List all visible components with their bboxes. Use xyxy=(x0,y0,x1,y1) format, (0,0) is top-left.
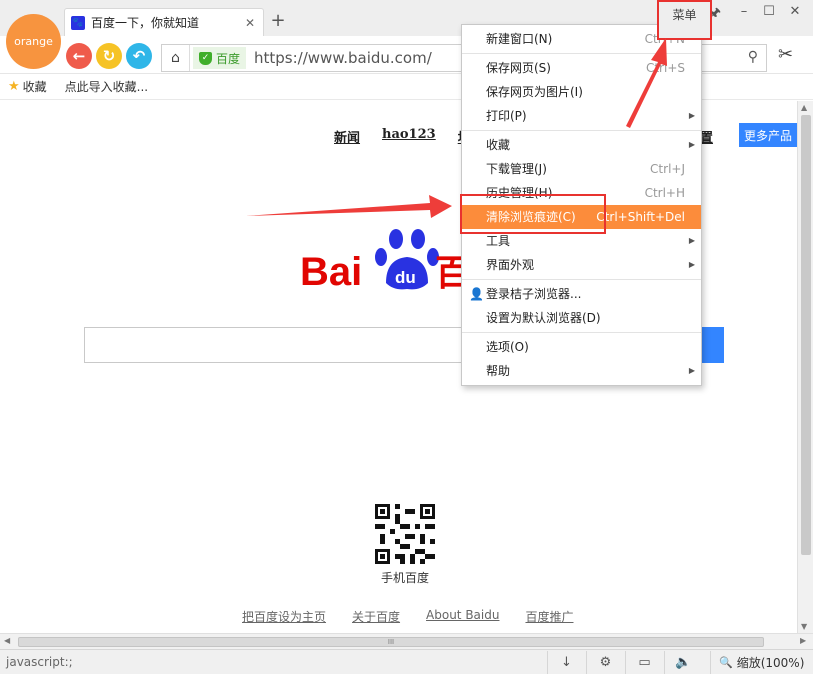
search-icon[interactable]: ⚲ xyxy=(748,49,758,65)
menu-button[interactable]: 菜单 xyxy=(657,0,712,40)
menu-item-options[interactable]: 选项(O) xyxy=(462,335,701,359)
qr-code xyxy=(375,504,435,564)
menu-separator xyxy=(462,130,701,131)
screen-icon[interactable]: ▭ xyxy=(625,651,663,674)
undo-close-button[interactable]: ↶ xyxy=(126,43,152,69)
menu-separator xyxy=(462,53,701,54)
menu-item-label: 下载管理(J) xyxy=(486,162,547,176)
search-input[interactable] xyxy=(84,327,464,363)
hao123-link[interactable]: hao123 xyxy=(382,127,436,146)
submenu-arrow-icon: ▶ xyxy=(688,111,695,120)
menu-item-label: 登录桔子浏览器... xyxy=(486,287,582,301)
menu-item-label: 新建窗口(N) xyxy=(486,32,553,46)
logo-paw-text: du xyxy=(395,268,416,287)
vertical-scrollbar[interactable]: ▲ ▼ xyxy=(797,101,813,633)
footer-links: 把百度设为主页 关于百度 About Baidu 百度推广 xyxy=(242,608,573,625)
logo-text-left: Bai xyxy=(300,250,362,294)
star-icon: ★ xyxy=(8,79,20,94)
paw-icon: 🐾 xyxy=(71,15,85,30)
menu-item-label: 选项(O) xyxy=(486,340,529,354)
menu-item-shortcut: Ctrl+J xyxy=(650,162,685,176)
settings-icon[interactable]: ⚙ xyxy=(586,651,624,674)
more-products-button[interactable]: 更多产品 xyxy=(739,123,797,147)
paw-toe xyxy=(411,229,425,249)
paw-toe xyxy=(389,229,403,249)
url-text[interactable]: https://www.baidu.com/ xyxy=(254,49,432,67)
menu-item-favorites[interactable]: 收藏 ▶ xyxy=(462,133,701,157)
secure-site-badge[interactable]: ✓ 百度 xyxy=(193,47,247,69)
shield-icon: ✓ xyxy=(199,51,212,65)
menu-item-help[interactable]: 帮助 ▶ xyxy=(462,359,701,383)
paw-toe xyxy=(375,248,387,266)
volume-icon[interactable]: 🔈 xyxy=(664,651,702,674)
menu-item-label: 保存网页为图片(I) xyxy=(486,85,583,99)
menu-item-shortcut: Ctrl+S xyxy=(645,61,685,75)
zoom-control[interactable]: 🔍 缩放(100%) xyxy=(710,651,804,674)
news-link[interactable]: 新闻 xyxy=(334,127,360,146)
menu-item-save-as-image[interactable]: 保存网页为图片(I) xyxy=(462,80,701,104)
submenu-arrow-icon: ▶ xyxy=(688,140,695,149)
menu-item-label: 界面外观 xyxy=(486,258,535,272)
horizontal-scrollbar[interactable]: ◀ III ▶ xyxy=(0,633,813,649)
back-button[interactable]: ← xyxy=(66,43,92,69)
zoom-level: 缩放(100%) xyxy=(736,656,805,670)
browser-logo[interactable]: orange xyxy=(6,14,61,69)
menu-separator xyxy=(462,279,701,280)
close-window-button[interactable]: ✕ xyxy=(785,4,805,19)
submenu-arrow-icon: ▶ xyxy=(688,366,695,375)
menu-item-save-page[interactable]: 保存网页(S) Ctrl+S xyxy=(462,56,701,80)
maximize-button[interactable]: ☐ xyxy=(759,4,779,19)
scissors-icon[interactable]: ✂ xyxy=(778,44,793,65)
about-baidu-cn-link[interactable]: 关于百度 xyxy=(352,608,400,625)
new-tab-button[interactable]: + xyxy=(268,11,288,31)
bookmark-import[interactable]: 点此导入收藏... xyxy=(65,78,148,95)
tab-close-icon[interactable]: ✕ xyxy=(245,16,255,30)
bookmark-favorites[interactable]: 收藏 xyxy=(23,78,47,95)
search-button[interactable] xyxy=(702,327,724,363)
menu-item-appearance[interactable]: 界面外观 ▶ xyxy=(462,253,701,277)
menu-item-set-default-browser[interactable]: 设置为默认浏览器(D) xyxy=(462,306,701,330)
browser-tab[interactable]: 🐾 百度一下，你就知道 ✕ xyxy=(64,8,264,36)
baidu-promotion-link[interactable]: 百度推广 xyxy=(525,608,573,625)
menu-item-label: 收藏 xyxy=(486,138,511,152)
menu-item-downloads[interactable]: 下载管理(J) Ctrl+J xyxy=(462,157,701,181)
scroll-down-icon[interactable]: ▼ xyxy=(801,622,807,631)
menu-item-label: 设置为默认浏览器(D) xyxy=(486,311,601,325)
menu-item-label: 保存网页(S) xyxy=(486,61,551,75)
qr-label: 手机百度 xyxy=(380,571,429,585)
submenu-arrow-icon: ▶ xyxy=(688,260,695,269)
menu-item-login[interactable]: 👤 登录桔子浏览器... xyxy=(462,282,701,306)
status-text: javascript:; xyxy=(6,655,73,669)
menu-separator xyxy=(462,332,701,333)
refresh-button[interactable]: ↻ xyxy=(96,43,122,69)
menu-item-label: 工具 xyxy=(486,234,511,248)
zoom-icon: 🔍 xyxy=(719,656,733,669)
menu-item-print[interactable]: 打印(P) ▶ xyxy=(462,104,701,128)
baidu-logo: Bai du 百 xyxy=(300,229,471,294)
vertical-scroll-thumb[interactable] xyxy=(801,115,811,555)
scroll-right-icon[interactable]: ▶ xyxy=(800,636,806,645)
user-icon: 👤 xyxy=(469,287,484,301)
status-bar: javascript:; ↓ ⚙ ▭ 🔈 🔍 缩放(100%) xyxy=(0,649,813,674)
home-icon[interactable]: ⌂ xyxy=(162,45,190,71)
menu-item-label: 打印(P) xyxy=(486,109,527,123)
scroll-up-icon[interactable]: ▲ xyxy=(801,103,807,112)
horizontal-scroll-thumb[interactable]: III xyxy=(18,637,764,647)
set-homepage-link[interactable]: 把百度设为主页 xyxy=(242,608,326,625)
top-links: 新闻 hao123 地 xyxy=(334,127,471,146)
menu-item-shortcut: Ctrl+H xyxy=(644,186,685,200)
download-icon[interactable]: ↓ xyxy=(547,651,585,674)
highlight-box xyxy=(460,194,606,234)
minimize-button[interactable]: – xyxy=(734,4,754,19)
about-baidu-link[interactable]: About Baidu xyxy=(426,608,499,625)
tab-title: 百度一下，你就知道 xyxy=(91,16,200,30)
scroll-left-icon[interactable]: ◀ xyxy=(4,636,10,645)
scroll-grip: III xyxy=(387,638,395,646)
menu-item-shortcut: Ctrl+Shift+Del xyxy=(596,210,685,224)
secure-site-label: 百度 xyxy=(216,51,241,66)
menu-item-label: 帮助 xyxy=(486,364,511,378)
submenu-arrow-icon: ▶ xyxy=(688,236,695,245)
